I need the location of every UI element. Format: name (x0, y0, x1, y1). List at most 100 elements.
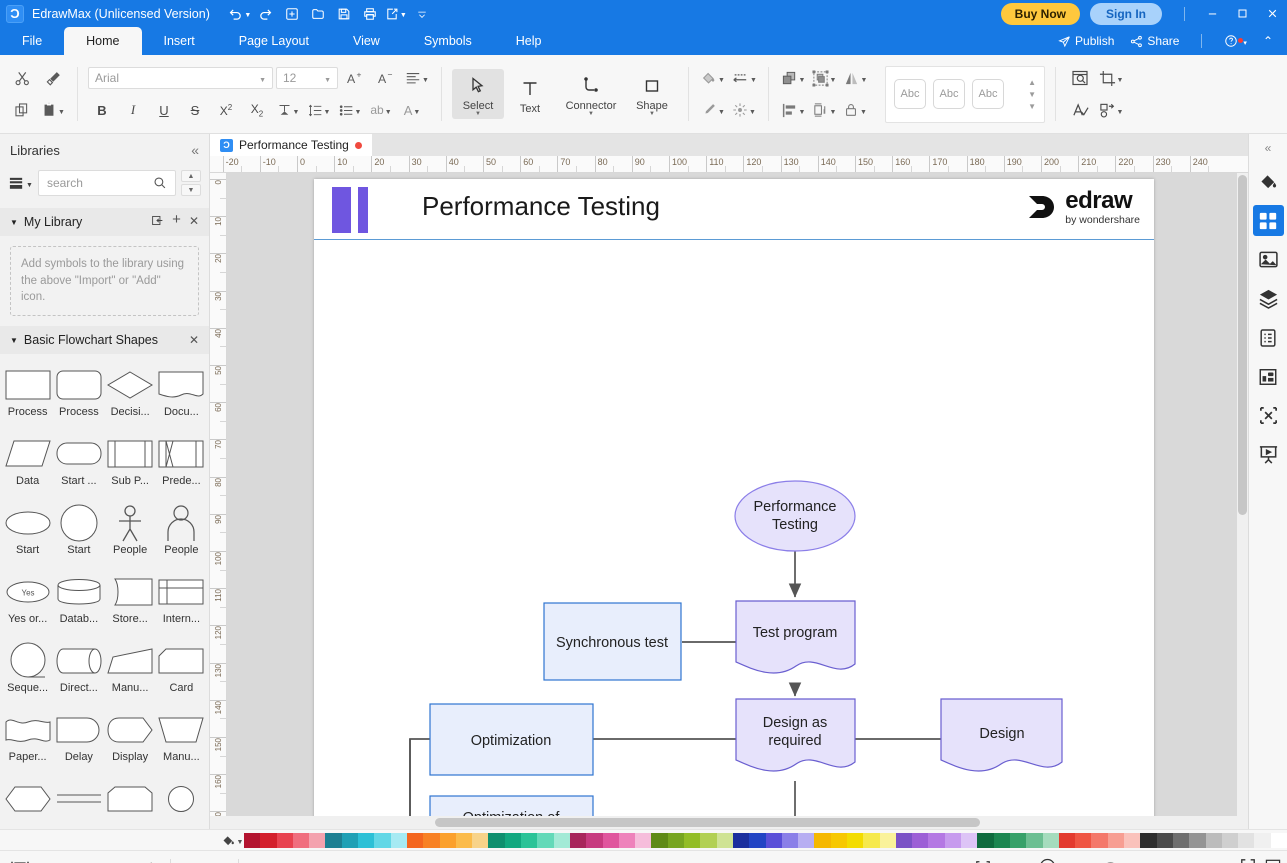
color-swatch[interactable] (358, 832, 375, 848)
save-icon[interactable] (332, 3, 356, 25)
underline-icon[interactable]: U (150, 97, 178, 123)
collapse-ribbon-button[interactable]: ⌃ (1257, 34, 1279, 48)
line-color-icon[interactable]: ▼ (699, 97, 727, 123)
basic-flowchart-section-header[interactable]: ▼ Basic Flowchart Shapes ✕ (0, 326, 209, 355)
color-swatch[interactable] (716, 832, 733, 848)
color-swatch[interactable] (439, 832, 456, 848)
color-swatch[interactable] (1254, 832, 1271, 848)
shape-item-decision[interactable]: Decisi... (105, 360, 156, 429)
color-swatch[interactable] (765, 832, 782, 848)
shape-item-start-stadium[interactable]: Start ... (53, 429, 104, 498)
color-swatch[interactable] (1042, 832, 1059, 848)
color-swatch[interactable] (586, 832, 603, 848)
style-scroll-down-icon[interactable]: ▼ (1028, 90, 1036, 99)
page-selector[interactable]: Page-1 ▼ (40, 851, 137, 863)
color-swatch[interactable] (1270, 832, 1287, 848)
color-swatch[interactable] (667, 832, 685, 848)
bold-icon[interactable]: B (88, 97, 116, 123)
sign-in-button[interactable]: Sign In (1090, 2, 1162, 25)
align-icon[interactable]: ▼ (779, 97, 807, 123)
style-sample-2[interactable]: Abc (933, 79, 965, 109)
color-swatch[interactable] (341, 832, 359, 848)
font-family-select[interactable]: Arial ▼ (88, 67, 273, 89)
buy-now-button[interactable]: Buy Now (1000, 2, 1080, 25)
shape-item-process[interactable]: Process (2, 360, 53, 429)
horizontal-ruler[interactable]: -20 -10 0 10 20 30 40 50 60 70 80 90 100 110 120 130 140… (210, 156, 1248, 173)
color-swatch[interactable] (879, 832, 896, 848)
color-swatch[interactable] (406, 832, 424, 848)
zoom-in-button[interactable]: + (1172, 859, 1181, 863)
new-icon[interactable] (280, 3, 304, 25)
color-swatch[interactable] (961, 832, 978, 848)
bring-forward-icon[interactable]: ▼ (779, 65, 807, 91)
copy-icon[interactable] (8, 97, 36, 123)
library-source-icon[interactable]: ▼ (8, 175, 33, 192)
search-input[interactable]: search (37, 170, 176, 196)
library-next-button[interactable]: ▼ (181, 184, 201, 196)
color-swatch[interactable] (635, 832, 652, 848)
color-swatch[interactable] (260, 832, 277, 848)
page-tab-page-1[interactable]: Page-1 (175, 851, 234, 863)
present-icon[interactable] (1253, 439, 1284, 470)
subscript-icon[interactable]: X2 (243, 97, 271, 123)
shape-item-start-ellipse[interactable]: Start (2, 498, 53, 567)
color-swatch[interactable] (618, 832, 636, 848)
color-swatch[interactable] (1221, 832, 1239, 848)
color-swatch[interactable] (1205, 832, 1222, 848)
color-swatch[interactable] (390, 832, 407, 848)
document-tab[interactable]: Ɔ Performance Testing (210, 134, 372, 156)
shape-item-circle-2[interactable] (156, 774, 207, 829)
redo-icon[interactable] (254, 3, 278, 25)
connector-tool[interactable]: Connector ▼ (556, 69, 626, 119)
basic-flowchart-close-icon[interactable]: ✕ (189, 333, 199, 347)
shape-item-paper-tape[interactable]: Paper... (2, 705, 53, 774)
shape-item-document[interactable]: Docu... (156, 360, 207, 429)
style-gallery-scroll[interactable]: ▲ ▼ ▼ (1028, 78, 1036, 111)
menu-item-help[interactable]: Help (494, 27, 564, 55)
find-replace-icon[interactable] (1066, 65, 1094, 91)
color-swatch[interactable] (749, 832, 766, 848)
color-swatch[interactable] (309, 832, 326, 848)
select-tool[interactable]: Select ▼ (452, 69, 504, 119)
shape-item-direct-access[interactable]: Direct... (53, 636, 104, 705)
color-swatch[interactable] (1058, 832, 1076, 848)
color-swatch[interactable] (977, 832, 994, 848)
color-swatch[interactable] (651, 832, 668, 848)
line-spacing-icon[interactable]: ▼ (305, 97, 333, 123)
color-swatch[interactable] (569, 832, 587, 848)
line-style-icon[interactable]: ▼ (730, 65, 758, 91)
cut-icon[interactable] (8, 65, 36, 91)
color-swatch[interactable] (1107, 832, 1125, 848)
format-painter-icon[interactable] (39, 65, 67, 91)
shape-item-delay[interactable]: Delay (53, 705, 104, 774)
strikethrough-icon[interactable]: S (181, 97, 209, 123)
color-swatch[interactable] (993, 832, 1010, 848)
crop-icon[interactable]: ▼ (1097, 65, 1125, 91)
fit-width-button[interactable] (1265, 858, 1281, 863)
my-library-expand-icon[interactable]: ▼ (10, 218, 18, 227)
notes-icon[interactable] (1253, 322, 1284, 353)
open-icon[interactable] (306, 3, 330, 25)
color-swatch[interactable] (488, 832, 505, 848)
text-case-icon[interactable]: ab ▼ (367, 97, 395, 123)
color-swatch[interactable] (830, 832, 847, 848)
color-swatch[interactable] (472, 832, 489, 848)
align-text-icon[interactable]: ▼ (403, 65, 431, 91)
panel-view-icon[interactable] (0, 851, 40, 863)
color-swatch[interactable] (1156, 832, 1173, 848)
canvas-vertical-scrollbar[interactable] (1237, 173, 1248, 816)
color-swatch[interactable] (1075, 832, 1092, 848)
color-swatch[interactable] (895, 832, 913, 848)
color-swatch[interactable] (374, 832, 391, 848)
style-expand-icon[interactable]: ▼ (1028, 102, 1036, 111)
font-size-select[interactable]: 12 ▼ (276, 67, 338, 89)
menu-item-file[interactable]: File (0, 27, 64, 55)
menu-item-insert[interactable]: Insert (142, 27, 217, 55)
italic-icon[interactable]: I (119, 97, 147, 123)
distribute-icon[interactable]: I ▼ (810, 97, 838, 123)
shape-item-start-circle[interactable]: Start (53, 498, 104, 567)
color-swatch[interactable] (553, 832, 570, 848)
print-icon[interactable] (358, 3, 382, 25)
color-swatch[interactable] (846, 832, 864, 848)
fill-icon[interactable] (1253, 166, 1284, 197)
